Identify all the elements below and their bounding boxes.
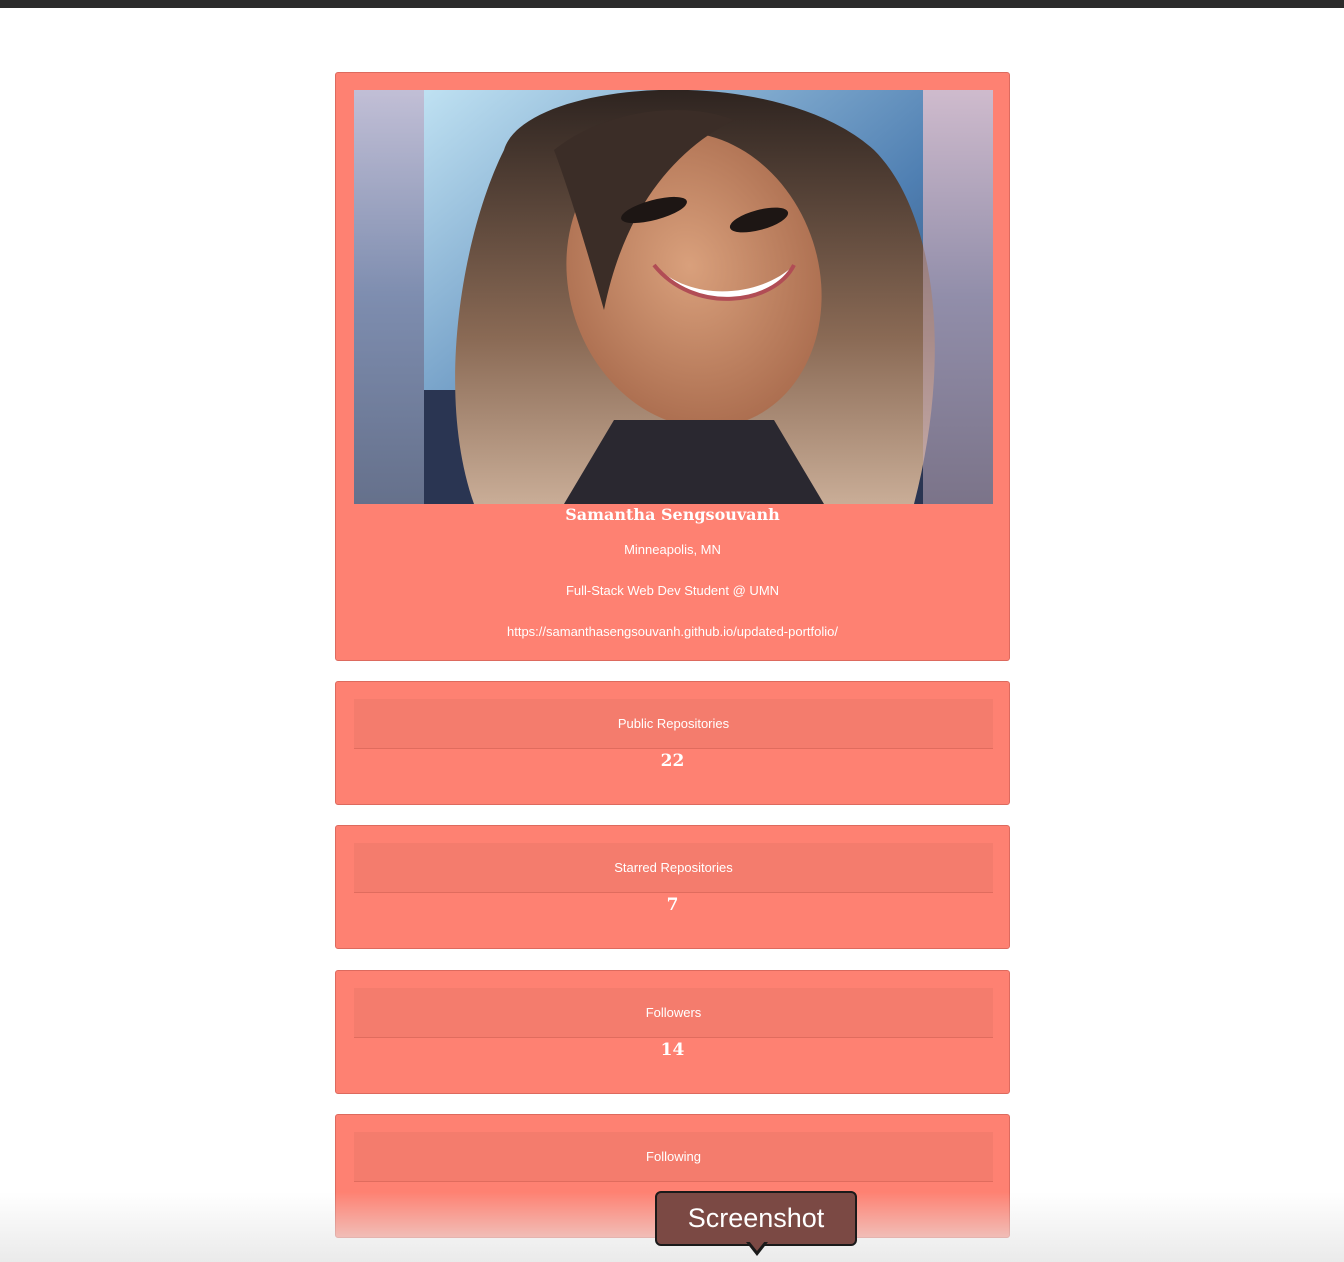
stat-card-followers: Followers 14 [335,970,1010,1094]
stat-label: Public Repositories [354,699,993,749]
profile-bio: Full-Stack Web Dev Student @ UMN [565,583,780,598]
stat-label: Starred Repositories [354,843,993,893]
tooltip-pointer [746,1241,768,1256]
stat-value: 7 [666,895,679,915]
profile-avatar [354,90,993,504]
stat-value: 22 [660,751,685,771]
stat-value: 14 [660,1040,685,1060]
stat-label: Following [354,1132,993,1182]
stat-card-starred-repos: Starred Repositories 7 [335,825,1010,949]
profile-name: Samantha Sengsouvanh [565,505,780,524]
stat-card-public-repos: Public Repositories 22 [335,681,1010,805]
profile-blog-link[interactable]: https://samanthasengsouvanh.github.io/up… [336,624,1009,639]
window-top-bar [0,0,1344,8]
profile-location: Minneapolis, MN [624,542,721,557]
screenshot-tooltip: Screenshot [655,1191,857,1246]
profile-card: Samantha Sengsouvanh Minneapolis, MN Ful… [335,72,1010,661]
stat-label: Followers [354,988,993,1038]
